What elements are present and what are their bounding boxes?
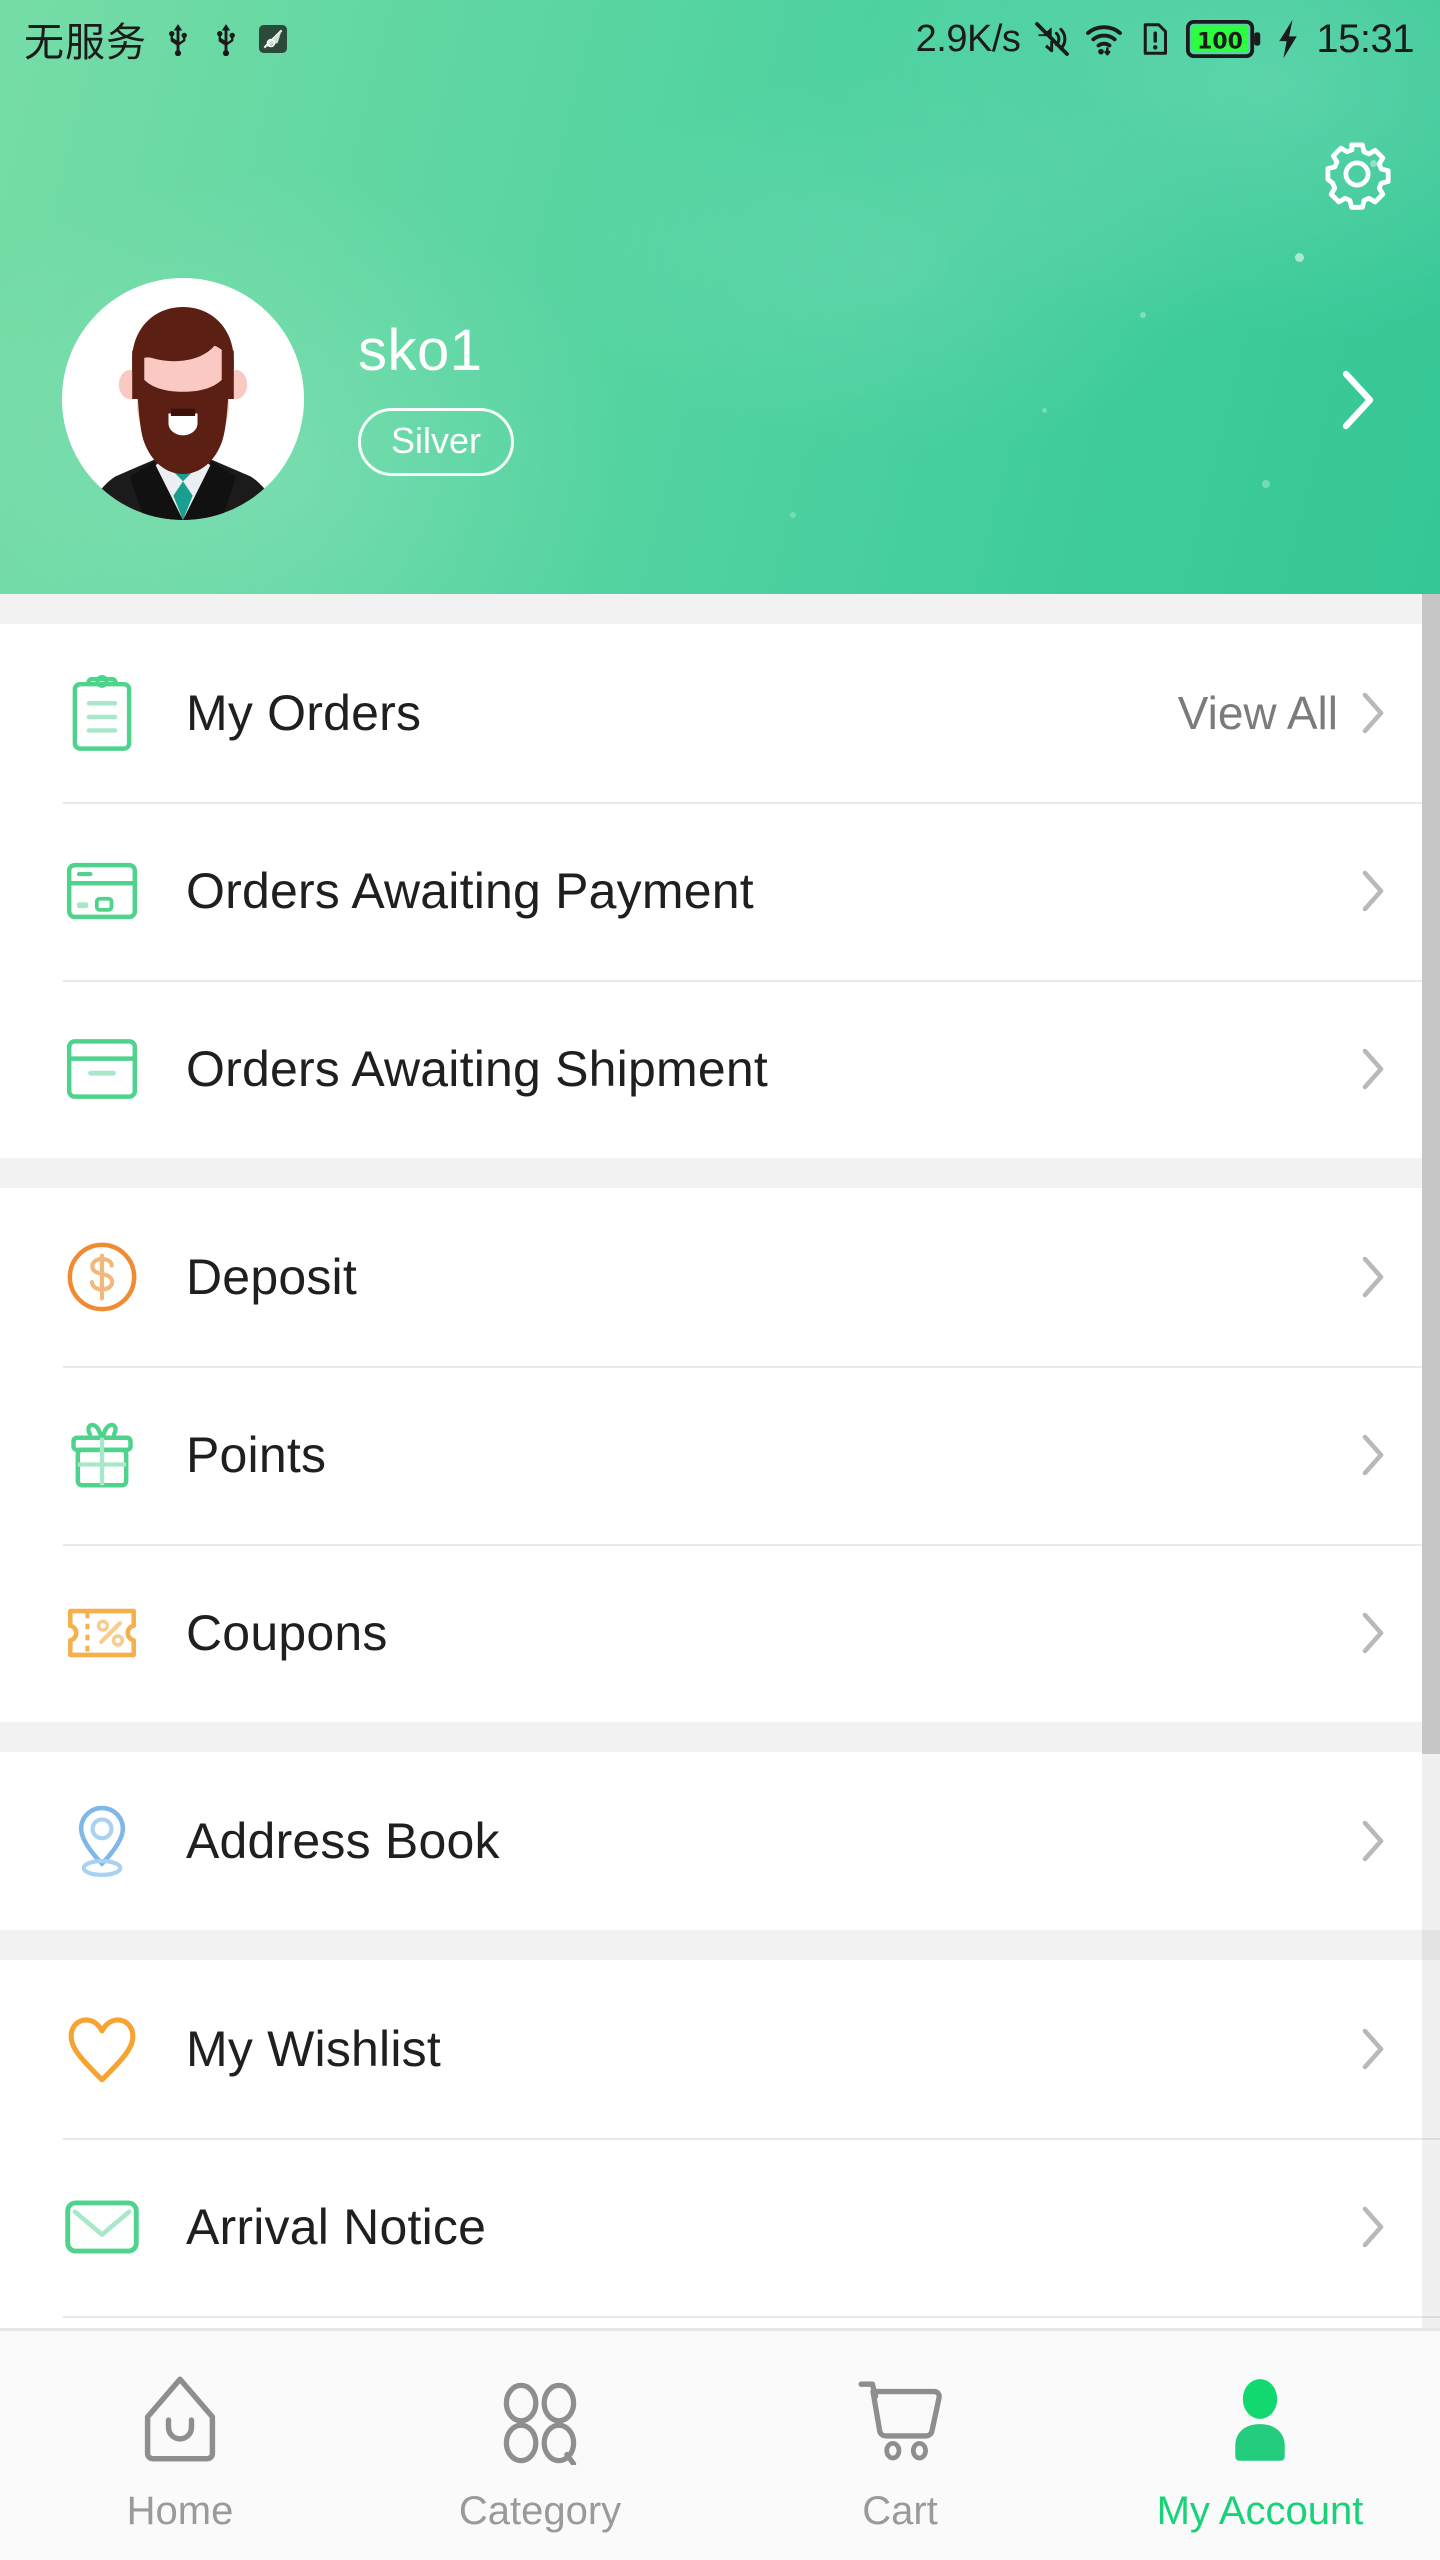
menu-item-label: Deposit (186, 1249, 357, 1305)
home-icon (138, 2371, 222, 2465)
menu-group-wallet: Deposit Points Coupons (0, 1188, 1440, 1722)
heart-icon (63, 2010, 141, 2088)
chevron-right-icon (1362, 870, 1384, 912)
section-gap (0, 1930, 1440, 1960)
menu-item-partial[interactable] (0, 2316, 1440, 2328)
chevron-right-icon (1362, 1434, 1384, 1476)
tab-cart[interactable]: Cart (720, 2331, 1080, 2560)
battery-level-text: 100 (1198, 29, 1244, 54)
credit-card-icon (63, 852, 141, 930)
battery-icon: 100 (1186, 20, 1262, 58)
chevron-right-icon (1362, 692, 1384, 734)
vertical-scrollbar[interactable] (1422, 594, 1440, 2328)
menu-item-label: Arrival Notice (186, 2199, 487, 2255)
menu-item-label: Address Book (186, 1813, 500, 1869)
clipboard-icon (63, 674, 141, 752)
envelope-icon (63, 2188, 141, 2266)
menu-item-arrival-notice[interactable]: Arrival Notice (0, 2138, 1440, 2316)
member-level-badge: Silver (358, 408, 515, 476)
settings-button[interactable] (1321, 138, 1393, 210)
menu-item-orders-awaiting-payment[interactable]: Orders Awaiting Payment (0, 802, 1440, 980)
menu-item-label: My Wishlist (186, 2021, 441, 2077)
charging-bolt-icon (1275, 18, 1301, 60)
section-gap (0, 1722, 1440, 1752)
gear-icon (1325, 142, 1391, 210)
section-gap (0, 594, 1440, 624)
network-speed: 2.9K/s (915, 17, 1021, 60)
usb-icon (161, 22, 195, 56)
profile-header: sko1 Silver (0, 0, 1440, 594)
carrier-label: 无服务 (24, 20, 147, 66)
section-gap (0, 1158, 1440, 1188)
screenshot-icon (257, 23, 289, 55)
user-avatar-icon (62, 278, 304, 520)
menu-item-my-wishlist[interactable]: My Wishlist (0, 1960, 1440, 2138)
menu-item-deposit[interactable]: Deposit (0, 1188, 1440, 1366)
chevron-right-icon (1362, 2206, 1384, 2248)
chevron-right-icon (1362, 1612, 1384, 1654)
menu-item-coupons[interactable]: Coupons (0, 1544, 1440, 1722)
menu-item-label: Points (186, 1427, 327, 1483)
tab-label: My Account (1156, 2488, 1364, 2533)
tab-category[interactable]: Category (360, 2331, 720, 2560)
menu-item-my-orders[interactable]: My Orders View All (0, 624, 1440, 802)
chevron-right-icon (1362, 1820, 1384, 1862)
chevron-right-icon (1362, 1256, 1384, 1298)
view-all-link[interactable]: View All (1178, 686, 1338, 740)
grid-circles-icon (498, 2371, 582, 2465)
profile-summary[interactable]: sko1 Silver (62, 278, 515, 520)
chevron-right-icon (1342, 370, 1374, 430)
sim-alert-icon (1137, 21, 1173, 57)
menu-item-orders-awaiting-shipment[interactable]: Orders Awaiting Shipment (0, 980, 1440, 1158)
chevron-right-icon (1362, 2028, 1384, 2070)
tab-label: Category (458, 2488, 622, 2533)
status-bar: 无服务 2.9K/s 100 15:31 (0, 0, 1440, 78)
tab-my-account[interactable]: My Account (1080, 2331, 1440, 2560)
profile-chevron[interactable] (1338, 368, 1378, 432)
dollar-circle-icon (63, 1238, 141, 1316)
avatar (62, 278, 304, 520)
menu-scroll-area[interactable]: My Orders View All Orders Awaiting Payme… (0, 594, 1440, 2328)
username: sko1 (358, 318, 483, 383)
menu-item-label: Coupons (186, 1605, 388, 1661)
coupon-ticket-icon (63, 1594, 141, 1672)
menu-group-personal: My Wishlist Arrival Notice (0, 1960, 1440, 2328)
wifi-icon (1084, 19, 1124, 59)
bottom-navigation: Home Category Cart My Account (0, 2328, 1440, 2560)
usb-icon (209, 22, 243, 56)
menu-group-address: Address Book (0, 1752, 1440, 1930)
menu-item-label: My Orders (186, 685, 422, 741)
location-pin-icon (63, 1802, 141, 1880)
menu-item-address-book[interactable]: Address Book (0, 1752, 1440, 1930)
person-icon (1218, 2371, 1302, 2465)
shopping-cart-icon (855, 2371, 945, 2465)
package-box-icon (63, 1030, 141, 1108)
menu-item-label: Orders Awaiting Shipment (186, 1041, 768, 1097)
mute-icon (1033, 20, 1071, 58)
tab-label: Home (126, 2488, 234, 2533)
tab-home[interactable]: Home (0, 2331, 360, 2560)
gift-box-icon (63, 1416, 141, 1494)
menu-group-orders: My Orders View All Orders Awaiting Payme… (0, 624, 1440, 1158)
menu-item-label: Orders Awaiting Payment (186, 863, 754, 919)
clock: 15:31 (1316, 16, 1414, 61)
chevron-right-icon (1362, 1048, 1384, 1090)
menu-item-points[interactable]: Points (0, 1366, 1440, 1544)
tab-label: Cart (862, 2488, 938, 2533)
